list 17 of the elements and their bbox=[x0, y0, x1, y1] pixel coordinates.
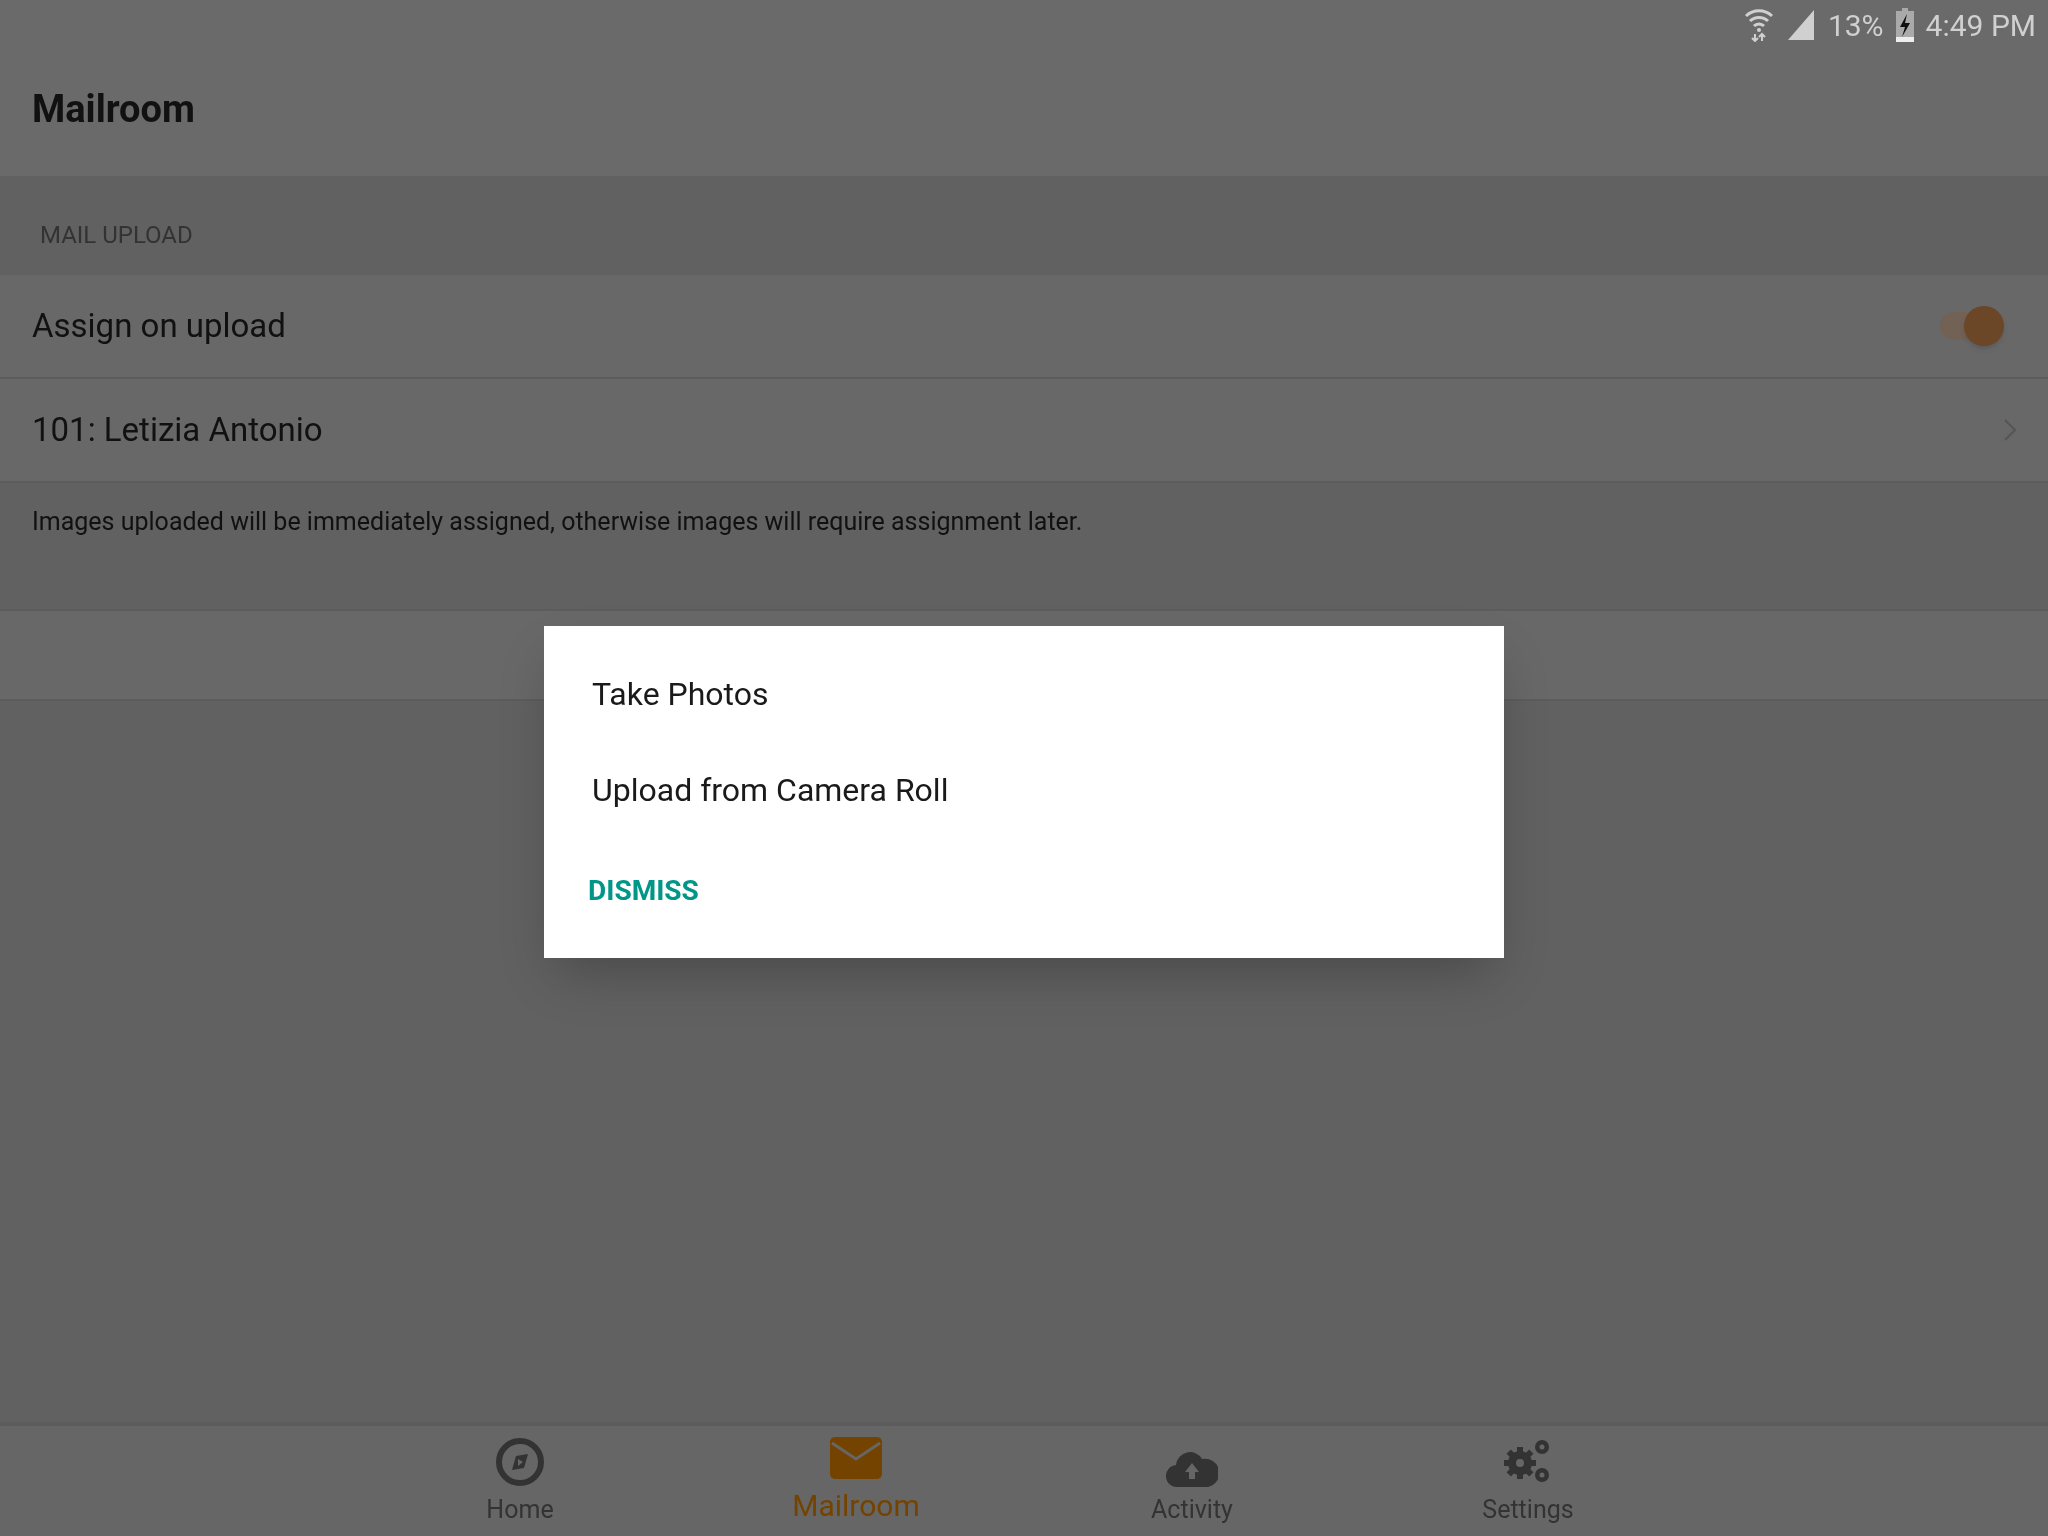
dismiss-button[interactable]: DISMISS bbox=[588, 870, 699, 912]
row-label: 101: Letizia Antonio bbox=[32, 409, 323, 452]
dialog-option[interactable]: Upload from Camera Roll bbox=[592, 766, 1456, 862]
row-label: Assign on upload bbox=[32, 305, 286, 348]
settings-row[interactable]: 101: Letizia Antonio bbox=[0, 379, 2048, 483]
clock: 4:49 PM bbox=[1925, 6, 2036, 45]
wifi-icon bbox=[1743, 8, 1774, 42]
signal-icon bbox=[1785, 8, 1816, 42]
settings-row[interactable]: Assign on upload bbox=[0, 275, 2048, 379]
compass-icon bbox=[495, 1436, 545, 1487]
envelope-icon bbox=[830, 1437, 882, 1479]
page-title: Mailroom bbox=[32, 85, 195, 133]
dialog-option[interactable]: Take Photos bbox=[592, 670, 1456, 766]
toggle-switch[interactable] bbox=[1938, 306, 2004, 346]
help-note: Images uploaded will be immediately assigned, otherwise images will require assignment later. bbox=[32, 507, 1083, 536]
battery-charging-icon bbox=[1895, 8, 1914, 42]
battery-percent: 13% bbox=[1827, 6, 1884, 45]
